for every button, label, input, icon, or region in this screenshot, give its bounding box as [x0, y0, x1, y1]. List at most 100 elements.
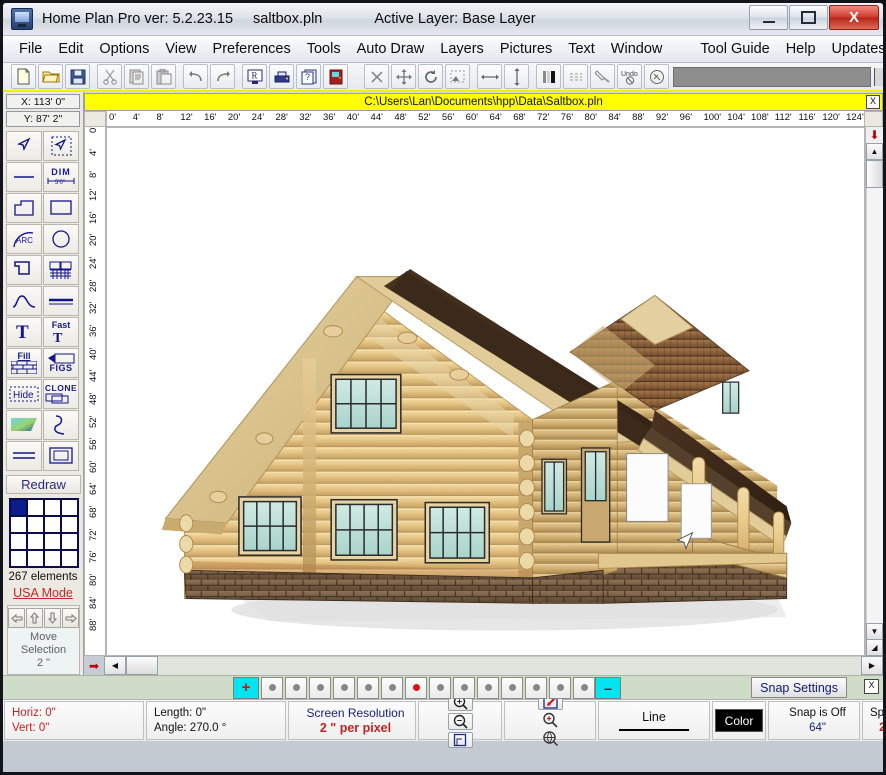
delete-x-icon[interactable] [364, 64, 389, 89]
menu-tool-guide[interactable]: Tool Guide [692, 39, 777, 59]
curve-tool[interactable] [6, 286, 42, 316]
zoom-fit-icon[interactable] [448, 732, 473, 748]
menu-file[interactable]: File [11, 39, 50, 59]
scroll-right-button[interactable]: ▶ [861, 656, 883, 675]
menu-auto-draw[interactable]: Auto Draw [349, 39, 433, 59]
open-folder-icon[interactable] [38, 64, 63, 89]
palette-swatch[interactable] [61, 516, 78, 533]
zoom-out-icon[interactable] [448, 713, 473, 730]
resize-grip[interactable]: ◢ [866, 640, 883, 656]
toolbar-dropdown-field[interactable] [673, 67, 871, 87]
remove-layer-button[interactable]: – [595, 677, 621, 699]
layer-dot[interactable] [333, 677, 355, 699]
marquee-select-icon[interactable] [445, 64, 470, 89]
color-selector[interactable]: Color [712, 701, 766, 740]
layer-dot[interactable] [429, 677, 451, 699]
palette-swatch[interactable] [10, 550, 27, 567]
palette-swatch[interactable] [10, 499, 27, 516]
zoom-magnifier-icon[interactable] [539, 712, 562, 728]
pan-globe-icon[interactable] [539, 730, 562, 747]
menu-text[interactable]: Text [560, 39, 603, 59]
pointer-select-tool[interactable] [6, 131, 42, 161]
menu-view[interactable]: View [157, 39, 204, 59]
vertical-scroll-track[interactable] [866, 188, 883, 623]
arc-tool[interactable]: ARC [6, 224, 42, 254]
paint-brush-icon[interactable] [590, 64, 615, 89]
palette-swatch[interactable] [61, 499, 78, 516]
layer-dot-active[interactable] [405, 677, 427, 699]
save-disk-icon[interactable] [65, 64, 90, 89]
palette-swatch[interactable] [61, 550, 78, 567]
line-style-icon[interactable] [563, 64, 588, 89]
palette-swatch[interactable] [27, 550, 44, 567]
palette-swatch[interactable] [27, 533, 44, 550]
layer-dot[interactable] [261, 677, 283, 699]
menu-tools[interactable]: Tools [299, 39, 349, 59]
copy-icon[interactable] [124, 64, 149, 89]
menu-updates[interactable]: Updates [824, 39, 886, 59]
vertical-scroll-thumb[interactable] [866, 160, 883, 188]
drawing-canvas[interactable] [106, 127, 865, 656]
frame-tool[interactable] [43, 441, 79, 471]
palette-swatch[interactable] [44, 499, 61, 516]
horizontal-scroll-thumb[interactable] [126, 656, 158, 675]
polygon-tool[interactable] [6, 193, 42, 223]
text-tool[interactable]: T [6, 317, 42, 347]
palette-swatch[interactable] [61, 533, 78, 550]
menu-edit[interactable]: Edit [50, 39, 91, 59]
color-button[interactable]: Color [715, 709, 763, 732]
palette-swatch[interactable] [44, 550, 61, 567]
fill-tool[interactable]: Fill [6, 348, 42, 378]
line-style-selector[interactable]: Line [598, 701, 710, 740]
document-close-icon[interactable]: X [866, 95, 880, 109]
menu-options[interactable]: Options [91, 39, 157, 59]
rectangle-tool[interactable] [43, 193, 79, 223]
layer-dot[interactable] [453, 677, 475, 699]
minimize-button[interactable] [749, 5, 788, 30]
door-icon[interactable] [323, 64, 348, 89]
layer-bar-close-icon[interactable]: X [864, 679, 879, 694]
layer-dot[interactable] [573, 677, 595, 699]
stairs-tool[interactable] [43, 255, 79, 285]
horizontal-scroll-track[interactable] [158, 656, 861, 675]
help-page-icon[interactable]: ? [296, 64, 321, 89]
palette-swatch[interactable] [44, 533, 61, 550]
add-layer-button[interactable]: + [233, 677, 259, 699]
dimension-tool[interactable]: DIM 5'0" [43, 162, 79, 192]
menu-pictures[interactable]: Pictures [492, 39, 560, 59]
scroll-left-button[interactable]: ◀ [104, 656, 126, 675]
undo-no-icon[interactable]: Undo [617, 64, 642, 89]
palette-swatch[interactable] [44, 516, 61, 533]
menu-preferences[interactable]: Preferences [205, 39, 299, 59]
paste-clipboard-icon[interactable] [151, 64, 176, 89]
circle-tool[interactable] [43, 224, 79, 254]
fill-bars-icon[interactable] [536, 64, 561, 89]
layer-dot[interactable] [525, 677, 547, 699]
usa-mode-link[interactable]: USA Mode [3, 586, 83, 600]
gradient-tool[interactable] [6, 410, 42, 440]
monitor-r-icon[interactable]: R [242, 64, 267, 89]
move-left-arrow-icon[interactable] [8, 608, 25, 628]
scroll-up-button[interactable]: ▲ [866, 143, 883, 160]
redraw-button[interactable]: Redraw [6, 475, 81, 494]
horizontal-resize-icon[interactable] [477, 64, 502, 89]
clone-tool[interactable]: CLONE [43, 379, 79, 409]
layer-dot[interactable] [549, 677, 571, 699]
move-up-arrow-icon[interactable] [26, 608, 43, 628]
wall-tool[interactable] [6, 255, 42, 285]
hide-tool[interactable]: Hide [6, 379, 42, 409]
palette-swatch[interactable] [27, 499, 44, 516]
menu-help[interactable]: Help [778, 39, 824, 59]
move-down-arrow-icon[interactable] [44, 608, 61, 628]
vertical-scrollbar[interactable]: ⬇ ▲ ▼ ◢ [865, 127, 883, 656]
layer-dot[interactable] [381, 677, 403, 699]
speed-readout[interactable]: Speed: 24" - + [862, 701, 886, 740]
layer-dot[interactable] [477, 677, 499, 699]
horizontal-ruler[interactable]: 0'4'8'12'16'20'24'28'32'36'40'44'48'52'5… [106, 111, 865, 127]
printer-icon[interactable] [269, 64, 294, 89]
marquee-pointer-tool[interactable] [43, 131, 79, 161]
palette-swatch[interactable] [10, 516, 27, 533]
menu-window[interactable]: Window [603, 39, 671, 59]
figures-tool[interactable]: FIGS [43, 348, 79, 378]
snap-settings-button[interactable]: Snap Settings [751, 677, 847, 698]
